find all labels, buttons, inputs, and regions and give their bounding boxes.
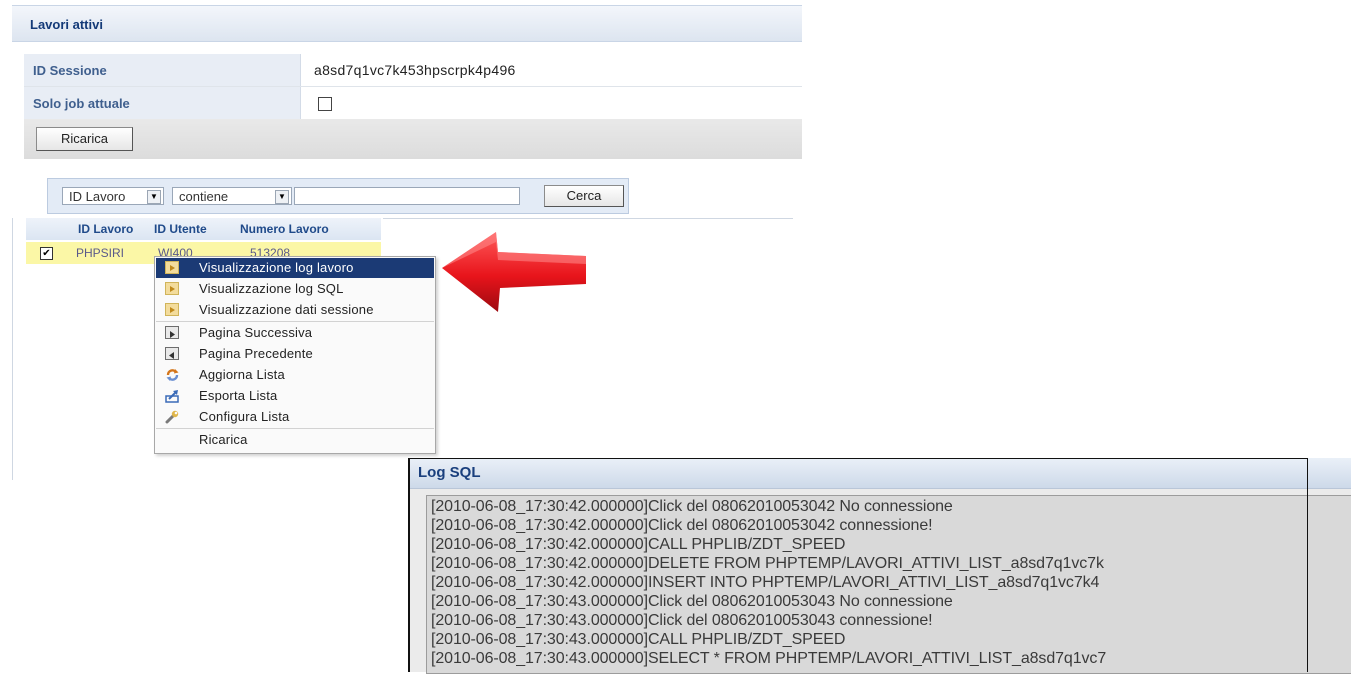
folder-play-icon: [165, 282, 179, 295]
chevron-down-icon[interactable]: ▼: [275, 190, 289, 204]
operator-select[interactable]: contiene ▼: [172, 187, 292, 205]
search-button[interactable]: Cerca: [544, 185, 624, 207]
log-line: [2010-06-08_17:30:42.000000]Click del 08…: [431, 517, 933, 534]
field-select-value: ID Lavoro: [69, 189, 126, 204]
menu-item-label: Ricarica: [199, 432, 248, 447]
grid-top-border: [383, 218, 793, 219]
refresh-icon: [165, 368, 179, 381]
session-id-row: ID Sessione a8sd7q1vc7k453hpscrpk4p496: [24, 54, 802, 87]
folder-play-icon: [165, 261, 179, 274]
menu-separator: [156, 321, 434, 322]
menu-separator: [156, 428, 434, 429]
log-line: [2010-06-08_17:30:42.000000]Click del 08…: [431, 498, 953, 515]
next-page-icon: [165, 326, 179, 339]
column-header-id-lavoro[interactable]: ID Lavoro: [78, 222, 133, 236]
log-window-title: Log SQL: [418, 464, 481, 481]
menu-item-label: Visualizzazione log lavoro: [199, 260, 354, 275]
menu-item-label: Configura Lista: [199, 409, 290, 424]
menu-item-view-sql-log[interactable]: Visualizzazione log SQL: [156, 279, 434, 299]
session-id-label: ID Sessione: [33, 63, 107, 78]
row-checkbox[interactable]: ✔: [40, 247, 53, 260]
log-line: [2010-06-08_17:30:42.000000]DELETE FROM …: [431, 555, 1104, 572]
menu-item-export-list[interactable]: Esporta Lista: [156, 386, 434, 406]
chevron-down-icon[interactable]: ▼: [147, 190, 161, 204]
export-icon: [165, 389, 179, 403]
current-job-label: Solo job attuale: [33, 96, 130, 111]
log-line: [2010-06-08_17:30:42.000000]INSERT INTO …: [431, 574, 1100, 591]
search-input[interactable]: [294, 187, 520, 205]
log-textarea[interactable]: [2010-06-08_17:30:42.000000]Click del 08…: [426, 495, 1351, 674]
button-bar: Ricarica: [24, 119, 802, 159]
operator-select-value: contiene: [179, 189, 229, 204]
log-frame-border: [408, 458, 1308, 459]
filter-bar: ID Lavoro ▼ contiene ▼ Cerca: [47, 178, 629, 214]
menu-item-label: Visualizzazione dati sessione: [199, 302, 374, 317]
current-job-checkbox[interactable]: [318, 97, 332, 111]
log-frame-border: [1307, 458, 1308, 672]
menu-item-refresh-list[interactable]: Aggiorna Lista: [156, 365, 434, 385]
current-job-row: Solo job attuale: [24, 87, 802, 120]
menu-item-label: Visualizzazione log SQL: [199, 281, 344, 296]
log-line: [2010-06-08_17:30:43.000000]Click del 08…: [431, 593, 953, 610]
grid-header: ID Lavoro ID Utente Numero Lavoro: [26, 218, 381, 240]
reload-button[interactable]: Ricarica: [36, 127, 133, 151]
log-window-body: [2010-06-08_17:30:42.000000]Click del 08…: [410, 489, 1351, 674]
log-line: [2010-06-08_17:30:43.000000]SELECT * FRO…: [431, 650, 1107, 667]
menu-item-label: Aggiorna Lista: [199, 367, 285, 382]
log-line: [2010-06-08_17:30:43.000000]Click del 08…: [431, 612, 933, 629]
column-header-id-utente[interactable]: ID Utente: [154, 222, 207, 236]
panel-title: Lavori attivi: [30, 17, 103, 32]
context-menu: Visualizzazione log lavoro Visualizzazio…: [154, 256, 436, 454]
cell-id-lavoro: PHPSIRI: [76, 246, 125, 260]
field-select[interactable]: ID Lavoro ▼: [62, 187, 164, 205]
wrench-icon: [165, 410, 179, 424]
panel-header: Lavori attivi: [12, 5, 802, 42]
menu-item-configure-list[interactable]: Configura Lista: [156, 407, 434, 427]
menu-item-label: Pagina Precedente: [199, 346, 313, 361]
menu-item-previous-page[interactable]: Pagina Precedente: [156, 344, 434, 364]
sql-log-window: Log SQL [2010-06-08_17:30:42.000000]Clic…: [408, 458, 1351, 674]
log-line: [2010-06-08_17:30:43.000000]CALL PHPLIB/…: [431, 631, 846, 648]
folder-play-icon: [165, 303, 179, 316]
red-arrow-icon: [442, 232, 586, 312]
log-line: [2010-06-08_17:30:42.000000]CALL PHPLIB/…: [431, 536, 846, 553]
menu-item-label: Esporta Lista: [199, 388, 278, 403]
menu-item-view-session-data[interactable]: Visualizzazione dati sessione: [156, 300, 434, 320]
column-header-numero-lavoro[interactable]: Numero Lavoro: [240, 222, 329, 236]
log-frame-border: [408, 458, 410, 672]
session-id-value: a8sd7q1vc7k453hpscrpk4p496: [314, 62, 516, 78]
grid-left-border: [12, 218, 13, 480]
previous-page-icon: [165, 347, 179, 360]
menu-item-reload[interactable]: Ricarica: [156, 430, 434, 450]
menu-item-label: Pagina Successiva: [199, 325, 313, 340]
menu-item-view-job-log[interactable]: Visualizzazione log lavoro: [156, 258, 434, 278]
menu-item-next-page[interactable]: Pagina Successiva: [156, 323, 434, 343]
session-id-label-cell: ID Sessione: [24, 54, 301, 86]
current-job-label-cell: Solo job attuale: [24, 87, 301, 119]
log-window-header: Log SQL: [408, 458, 1351, 489]
